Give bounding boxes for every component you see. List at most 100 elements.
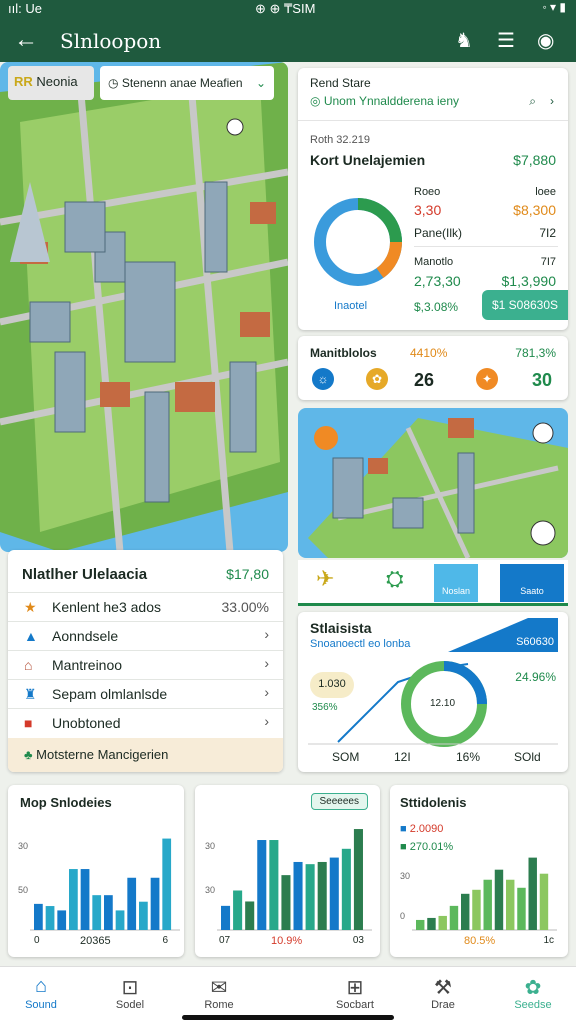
chart-bar	[329, 857, 339, 930]
value-1: 3,30	[414, 202, 442, 218]
row-3-value: 7I7	[540, 256, 556, 268]
nav-box[interactable]: ⊡ Sodel	[95, 975, 165, 1011]
chart-bar	[305, 864, 315, 930]
tab-other[interactable]: Saato	[500, 564, 564, 602]
feature-icon-1[interactable]: ✈	[316, 566, 334, 592]
list-item-label: Aonndsele	[52, 628, 119, 644]
chevron-right-icon: ›	[264, 684, 269, 700]
nav-label: Drae	[431, 999, 455, 1011]
city-map[interactable]: RR Neonia ◷ Stenenn anae Meafien ⌄	[0, 62, 288, 552]
stats-p1: 1.030	[310, 672, 354, 698]
chart-bar	[127, 877, 137, 930]
city-map-art	[0, 62, 288, 552]
chart-bar	[353, 829, 363, 930]
grid-icon: ⊞	[346, 977, 364, 999]
kpi-icon-1: ☼	[312, 368, 334, 390]
chart-1-right: 6	[162, 935, 168, 946]
house-icon: ⌂	[24, 657, 33, 673]
mini-map[interactable]	[298, 408, 568, 558]
home-icon: ⌂	[34, 975, 48, 997]
chevron-right-icon[interactable]: ›	[550, 94, 554, 108]
map-badge-code: RR	[14, 74, 33, 89]
chart-2-left: 07	[219, 935, 231, 946]
chart-bar	[427, 917, 436, 930]
mail-icon: ✉	[210, 977, 228, 999]
list-item[interactable]: ★ Kenlent he3 ados 33.00%	[8, 592, 283, 621]
kpi-n2: 30	[531, 370, 552, 390]
chart-bar	[150, 877, 160, 930]
stats-axis-1: 12I	[394, 750, 411, 764]
kpi-p2: 781,3%	[515, 346, 556, 360]
summary-subtitle: Unom Ynnaldderena ieny	[323, 94, 460, 108]
summary-title: Rend Stare	[310, 76, 371, 90]
nav-label: Sodel	[115, 999, 145, 1011]
list-footer-label: Motsterne Mancigerien	[36, 747, 169, 762]
menu-icon[interactable]: ☰	[497, 28, 515, 53]
building-icon: ▲	[24, 628, 38, 644]
chart-bar	[92, 895, 102, 930]
nav-settings[interactable]: ✿ Seedse	[498, 975, 568, 1011]
donut-chart	[314, 198, 402, 286]
list-item-label: Sepam olmlanlsde	[52, 686, 168, 702]
avatar[interactable]: ◉	[537, 28, 554, 53]
list-footer[interactable]: ♣ Motsterne Mancigerien	[8, 738, 283, 772]
kpi-p1: 4410%	[410, 346, 448, 360]
summary-card: Rend Stare ◎ Unom Ynnaldderena ieny ⌕ › …	[298, 68, 568, 330]
list-item[interactable]: ▲ Aonndsele ›	[8, 621, 283, 650]
chart-bar	[45, 906, 55, 930]
status-right: ◦ ▾ ▮	[542, 0, 566, 14]
nav-home[interactable]: ⌂ Sound	[6, 975, 76, 1011]
chart-card-2: Seeeees 30 30 07 10.9% 03	[195, 785, 380, 957]
home-indicator	[182, 1015, 394, 1020]
chart-bar	[115, 910, 125, 930]
list-item[interactable]: ⌂ Mantreinoo ›	[8, 650, 283, 679]
map-search[interactable]: ◷ Stenenn anae Meafien ⌄	[100, 66, 274, 100]
map-badge[interactable]: RR Neonia	[8, 66, 94, 100]
list-value: $17,80	[226, 566, 269, 582]
chart-bar	[517, 887, 526, 930]
chevron-right-icon: ›	[264, 655, 269, 671]
nav-label: Socbart	[336, 999, 374, 1011]
notification-icon[interactable]: ♞	[455, 28, 473, 53]
summary-date: Roth 32.219	[310, 134, 370, 146]
search-icon[interactable]: ⌕	[529, 94, 536, 109]
nav-grid[interactable]: ⊞ Socbart	[320, 975, 390, 1011]
nav-mail[interactable]: ✉ Rome	[184, 975, 254, 1011]
list-title: Nlatlher Ulelaacia	[22, 566, 148, 583]
status-center: ⊕ ⊕ ₸SIM	[255, 1, 316, 16]
row-2-value: 7I2	[539, 226, 556, 240]
chart-1-title: Mop Snlodeies	[20, 795, 112, 810]
value-4b: $1,3,990	[501, 273, 557, 289]
chart-2-badge[interactable]: Seeeees	[310, 793, 368, 810]
chart-bar	[494, 869, 504, 930]
chart-bar	[233, 890, 243, 930]
value-4: 2,73,30	[414, 273, 461, 289]
chart-bar	[539, 873, 549, 930]
tab-active[interactable]: Noslan	[434, 564, 478, 602]
chart-bar	[472, 889, 481, 930]
back-arrow-icon[interactable]: ←	[14, 26, 38, 54]
settings-icon: ✿	[524, 977, 542, 999]
legend-1-label: 2.0090	[409, 823, 444, 835]
shop-icon: ■	[24, 715, 33, 731]
list-item[interactable]: ♜ Sepam olmlanlsde ›	[8, 679, 283, 708]
nav-tools[interactable]: ⚒ Drae	[408, 975, 478, 1011]
chart-bar	[341, 848, 351, 930]
chart-bar	[34, 903, 43, 930]
chart-2-axis-mid: 30	[205, 885, 216, 895]
chart-3-right: 1c	[543, 935, 554, 946]
chart-bar	[317, 861, 327, 930]
summary-action-button[interactable]: $1 S08630S	[482, 290, 568, 320]
list-item[interactable]: ■ Unobtoned ›	[8, 708, 283, 737]
mini-map-art	[308, 418, 568, 558]
chart-bar	[69, 869, 78, 930]
tools-icon: ⚒	[434, 977, 452, 999]
sprout-icon: ♣	[24, 747, 33, 762]
summary-subtitle-row[interactable]: ◎ Unom Ynnaldderena ieny ⌕ ›	[310, 94, 560, 108]
app-bar: ← Slnloopon ♞ ☰ ◉	[0, 20, 576, 62]
kpi-icon-2: ✿	[366, 368, 388, 390]
chart-bar	[162, 838, 172, 930]
feature-icon-2[interactable]: ⛭	[386, 566, 404, 592]
value-1b: $8,300	[513, 202, 556, 218]
bar-chart-1	[30, 838, 180, 931]
